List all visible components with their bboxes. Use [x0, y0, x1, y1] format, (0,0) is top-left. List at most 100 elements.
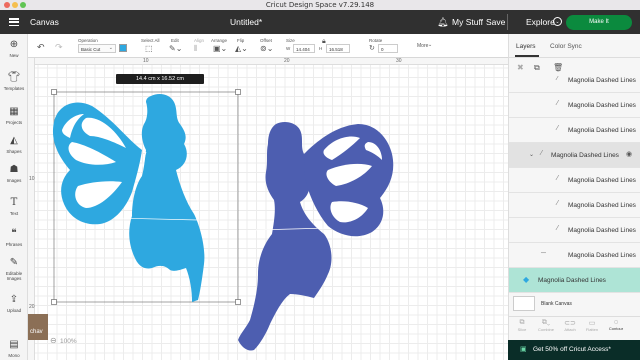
chevron-down-icon: ⌄: [108, 45, 113, 51]
redo-icon[interactable]: ↷: [55, 42, 63, 52]
layer-row[interactable]: ⁄ Magnolia Dashed Lines: [509, 76, 640, 93]
promo-banner[interactable]: ▣ Get 50% off Cricut Access*: [508, 340, 640, 360]
panel-divider: [509, 57, 640, 58]
text-icon: T: [10, 197, 18, 208]
tool-label: Contour: [608, 326, 624, 331]
sidebar-item-phrases[interactable]: ❝ Phrases: [0, 228, 28, 247]
layer-row[interactable]: ─ Magnolia Dashed Lines: [509, 243, 640, 268]
blank-canvas-row[interactable]: Blank Canvas: [509, 294, 640, 314]
image-icon: ☗: [9, 164, 19, 175]
edit-pencil-icon[interactable]: ✎⌄: [169, 44, 182, 54]
sidebar-label: New: [9, 53, 19, 58]
slice-tool[interactable]: ⧉ Slice: [513, 319, 531, 332]
blank-canvas-label: Blank Canvas: [541, 301, 572, 307]
layer-name: Magnolia Dashed Lines: [568, 252, 636, 259]
undo-icon[interactable]: ↶: [37, 42, 45, 52]
chevron-down-icon[interactable]: ⌄: [553, 17, 562, 26]
more-button[interactable]: More: [417, 43, 428, 49]
document-title: Untitled*: [230, 17, 263, 27]
layer-row[interactable]: ⁄ Magnolia Dashed Lines: [509, 118, 640, 143]
design-canvas[interactable]: 10 20 30 10 20 14.4 cm x 16.52 cm chav ⊖…: [28, 58, 508, 360]
combine-tool[interactable]: ⧉⌄ Combine: [535, 319, 557, 332]
sidebar-label: Shapes: [6, 149, 22, 154]
rotate-field[interactable]: 0: [378, 44, 398, 53]
sidebar-item-images[interactable]: ☗ Images: [0, 164, 28, 183]
trash-icon[interactable]: 🗑︎: [553, 63, 563, 72]
layer-row-group[interactable]: ◆ Magnolia Dashed Lines: [509, 268, 640, 293]
sidebar-item-projects[interactable]: ▦ Projects: [0, 106, 28, 125]
tool-label: Flatten: [585, 327, 599, 332]
blank-canvas-thumbnail: [513, 296, 535, 311]
fairy-right[interactable]: [238, 122, 394, 351]
layer-row[interactable]: ⁄ Magnolia Dashed Lines: [509, 193, 640, 218]
sidebar-item-new[interactable]: ⊕ New: [0, 39, 28, 58]
chevron-down-icon[interactable]: ⌄: [428, 42, 432, 48]
contour-tool[interactable]: ◌ Contour: [605, 319, 627, 331]
promo-text: Get 50% off Cricut Access*: [533, 346, 611, 353]
align-icon[interactable]: ⫴: [194, 44, 197, 54]
pencil-icon: ⁄: [557, 125, 559, 132]
flip-icon[interactable]: ◭⌄: [235, 44, 248, 54]
sidebar-item-editable-images[interactable]: ✎ Editable Images: [0, 257, 28, 281]
size-label: Size: [286, 38, 295, 43]
arrange-icon[interactable]: ▣⌄: [213, 44, 227, 54]
height-field[interactable]: 16.518: [326, 44, 350, 53]
operation-color-swatch[interactable]: [119, 44, 127, 52]
selection-handle[interactable]: [235, 89, 241, 95]
tab-layers[interactable]: Layers: [516, 43, 536, 50]
machine-select[interactable]: Explore: [526, 17, 555, 27]
sidebar-item-shapes[interactable]: ◭ Shapes: [0, 135, 28, 154]
save-button[interactable]: Save: [486, 17, 505, 27]
sidebar-label: Projects: [5, 120, 23, 125]
layers-panel: Layers Color Sync ✖︎ ⧉ 🗑︎ ⁄ Magnolia Das…: [508, 34, 640, 360]
group-icon[interactable]: ✖︎: [517, 63, 524, 72]
flatten-tool[interactable]: ▭ Flatten: [583, 319, 601, 332]
pencil-icon: ⁄: [557, 175, 559, 182]
sidebar-label: Upload: [6, 308, 22, 313]
canvas-artwork: [51, 89, 394, 351]
sidebar-item-monogram[interactable]: ▤ Mono: [0, 339, 28, 358]
layer-name: Magnolia Dashed Lines: [568, 127, 636, 134]
my-stuff-link[interactable]: My Stuff: [452, 17, 483, 27]
layer-row[interactable]: ⁄ Magnolia Dashed Lines: [509, 93, 640, 118]
zoom-out-icon[interactable]: ⊖: [50, 336, 57, 345]
make-it-button[interactable]: Make It: [566, 15, 632, 30]
attach-tool[interactable]: ⊂⊃ Attach: [561, 319, 579, 332]
layer-row[interactable]: ⁄ Magnolia Dashed Lines: [509, 218, 640, 243]
zoom-control[interactable]: ⊖ 100%: [48, 336, 94, 348]
selection-handle[interactable]: [51, 89, 57, 95]
sidebar-item-upload[interactable]: ⇪ Upload: [0, 294, 28, 313]
selection-handle[interactable]: [51, 299, 57, 305]
duplicate-icon[interactable]: ⧉: [534, 63, 540, 73]
selection-handle[interactable]: [235, 299, 241, 305]
eye-icon[interactable]: ◉: [626, 150, 632, 158]
section-title: Canvas: [30, 17, 59, 27]
bell-icon[interactable]: 🔔︎: [437, 17, 448, 28]
select-all-icon[interactable]: ⬚: [145, 44, 153, 54]
shapes-icon: ◭: [10, 135, 18, 146]
sidebar-label: Mono: [8, 353, 20, 358]
window-titlebar: Cricut Design Space v7.29.148: [0, 0, 640, 10]
tab-color-sync[interactable]: Color Sync: [550, 43, 582, 50]
sidebar-item-templates[interactable]: 👕︎ Templates: [0, 72, 28, 91]
layer-row-selected[interactable]: ⌄ ⁄ Magnolia Dashed Lines ◉: [509, 143, 640, 168]
rotate-label: Rotate: [369, 38, 383, 43]
width-field[interactable]: 14.404: [293, 44, 315, 53]
rotate-icon: ↻: [369, 45, 375, 52]
chevron-down-icon[interactable]: ⌄: [529, 151, 534, 158]
pencil-icon: ─: [541, 250, 546, 257]
hamburger-icon[interactable]: [9, 18, 19, 27]
layer-row[interactable]: ⁄ Magnolia Dashed Lines: [509, 168, 640, 193]
layer-name: Magnolia Dashed Lines: [568, 227, 636, 234]
offset-icon[interactable]: ⊚⌄: [260, 44, 273, 54]
sidebar-label: Templates: [3, 86, 25, 91]
operation-select[interactable]: Basic Cut ⌄: [78, 44, 116, 53]
flatten-icon: ▭: [588, 320, 596, 327]
layers-list: ⁄ Magnolia Dashed Lines ⁄ Magnolia Dashe…: [509, 76, 640, 294]
shirt-icon: 👕︎: [7, 72, 21, 83]
align-label: Align: [194, 38, 205, 43]
edit-label: Edit: [171, 38, 179, 43]
editable-images-icon: ✎: [9, 257, 19, 268]
slice-icon: ⧉: [519, 319, 525, 326]
sidebar-item-text[interactable]: T Text: [0, 197, 28, 216]
